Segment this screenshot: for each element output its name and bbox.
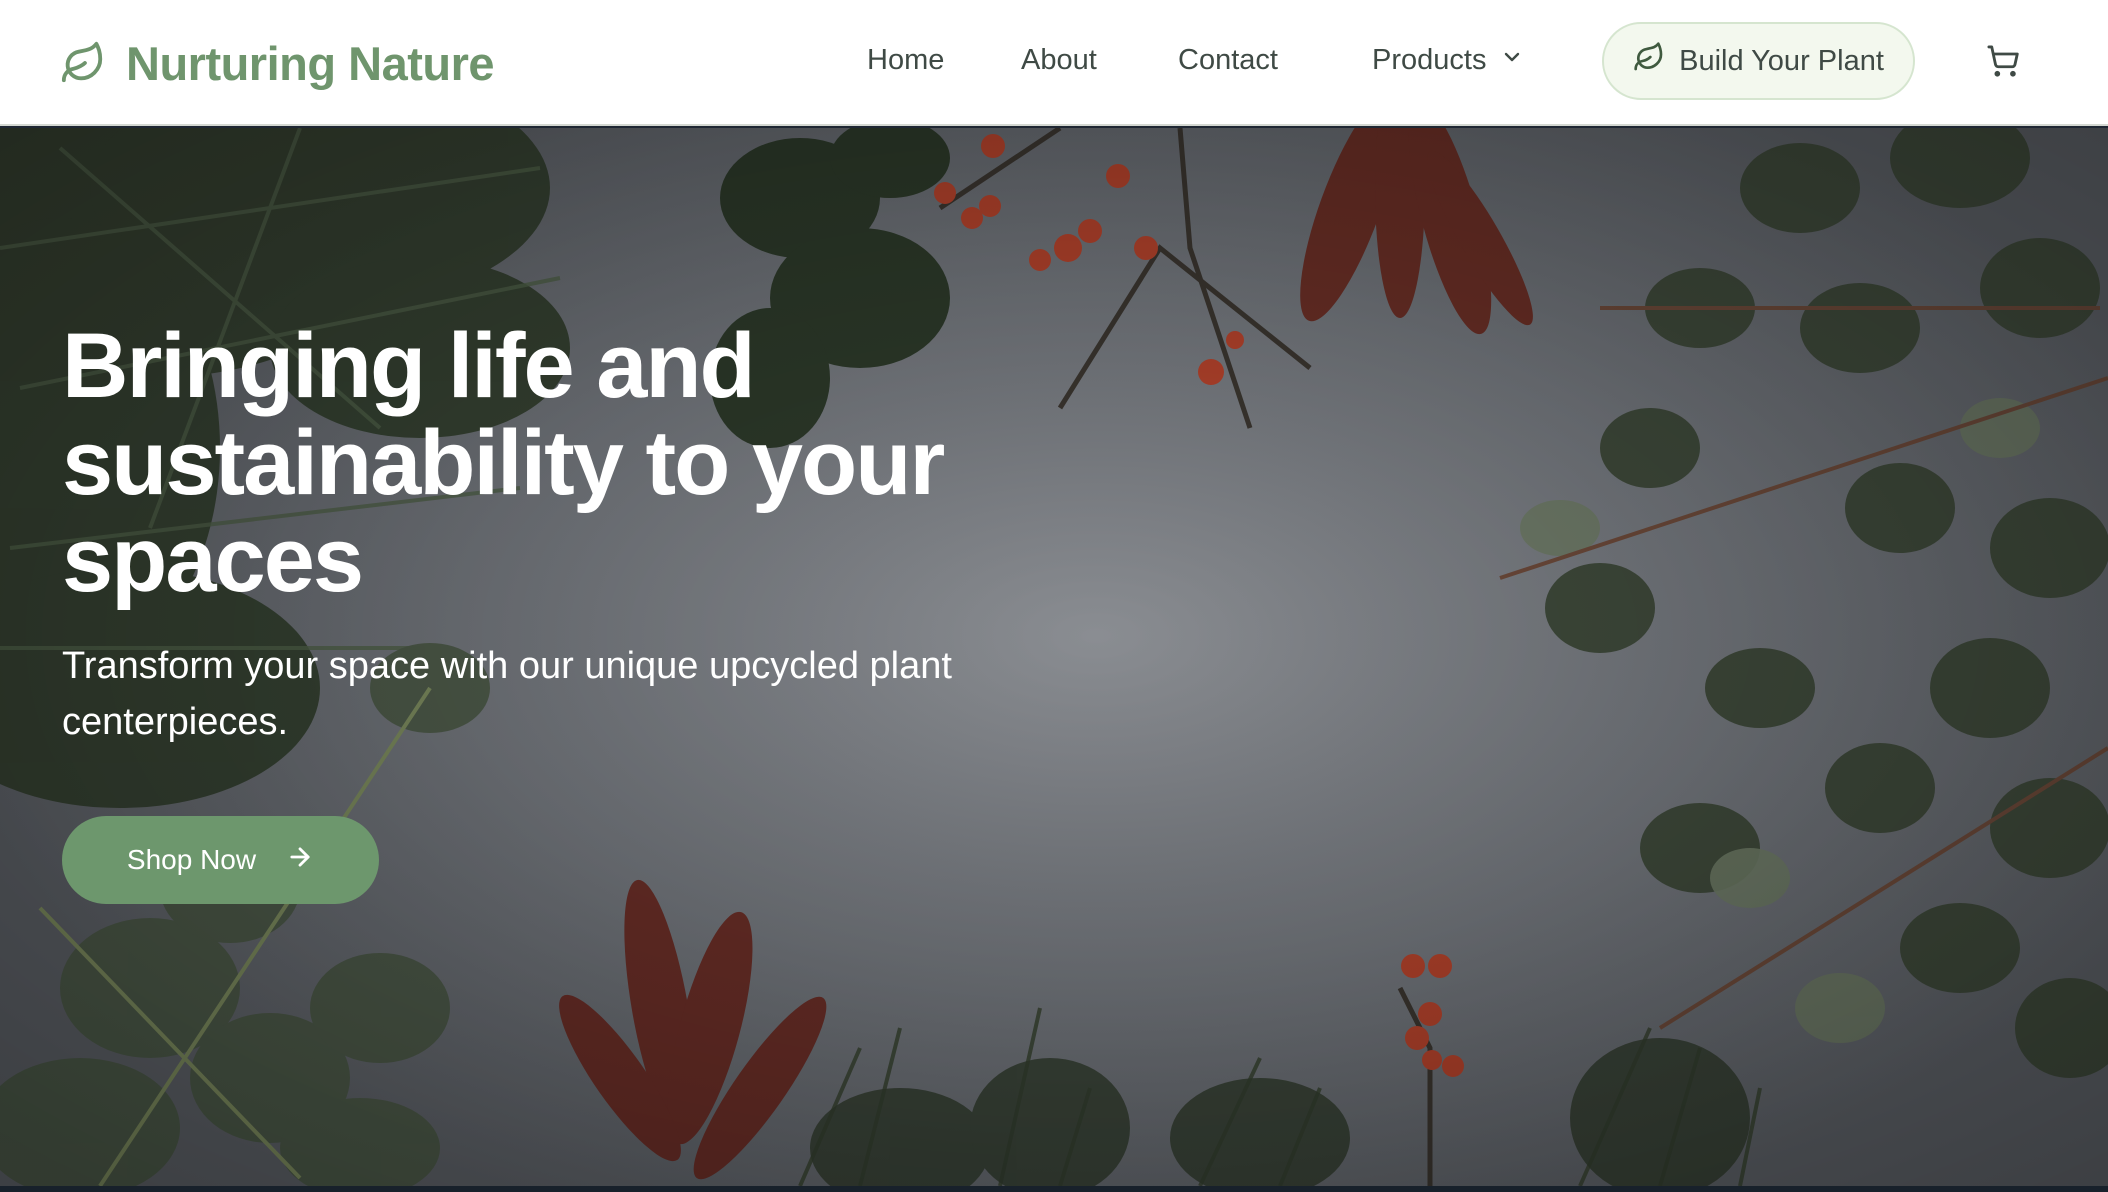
nav-about[interactable]: About — [1021, 44, 1097, 77]
leaf-icon — [60, 40, 106, 86]
brand-name: Nurturing Nature — [126, 36, 495, 90]
hero-section: Bringing life and sustainability to your… — [0, 128, 2108, 1186]
shop-now-button[interactable]: Shop Now — [62, 816, 379, 904]
brand-logo[interactable]: Nurturing Nature — [60, 30, 495, 96]
page-bottom-edge — [0, 1186, 2108, 1192]
build-your-plant-button[interactable]: Build Your Plant — [1602, 22, 1915, 100]
shop-now-label: Shop Now — [126, 844, 257, 875]
nav-contact[interactable]: Contact — [1178, 44, 1278, 77]
nav-products-dropdown[interactable]: Products — [1372, 44, 1524, 77]
leaf-icon — [1633, 41, 1665, 81]
hero-subtitle: Transform your space with our unique upc… — [62, 645, 952, 743]
cart-icon[interactable] — [1986, 44, 2020, 83]
nav-products-label: Products — [1372, 44, 1487, 76]
build-your-plant-label: Build Your Plant — [1679, 44, 1884, 77]
arrow-right-icon — [286, 843, 314, 878]
site-header: Nurturing Nature Home About Contact Prod… — [0, 0, 2108, 126]
nav-home[interactable]: Home — [867, 44, 944, 77]
hero-title: Bringing life and sustainability to your… — [62, 315, 945, 611]
chevron-down-icon — [1500, 44, 1524, 77]
